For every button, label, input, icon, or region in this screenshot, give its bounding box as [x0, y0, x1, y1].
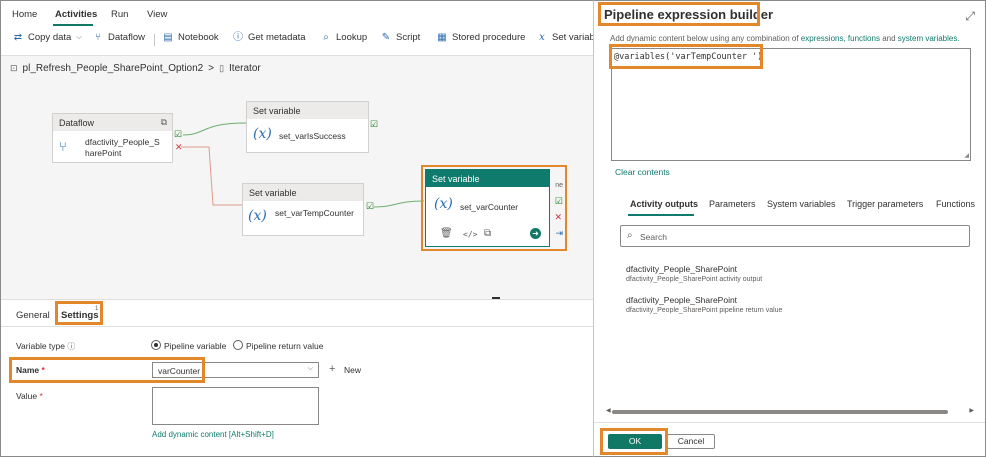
set-variable-activity[interactable]: Set variable (x) set_varTempCounter — [242, 183, 364, 236]
success-icon[interactable]: ☑ — [366, 201, 374, 212]
success-connector — [373, 200, 425, 208]
variable-icon: (x) — [253, 126, 272, 142]
success-connector — [182, 122, 247, 136]
completion-icon[interactable]: ⇥ — [555, 228, 563, 239]
pipeline-variable-label: Pipeline variable — [164, 341, 227, 351]
chevron-down-icon: ⌵ — [307, 365, 313, 372]
success-icon[interactable]: ☑ — [555, 196, 563, 207]
scrollbar-thumb[interactable] — [612, 410, 948, 414]
expression-builder-panel: Pipeline expression builder ⤢ Add dynami… — [593, 0, 986, 457]
variable-type-text: Variable type — [16, 341, 65, 351]
description-text: Add dynamic content below using any comb… — [610, 34, 799, 43]
scroll-right-icon[interactable]: ▶ — [969, 407, 974, 414]
activity-name: set_varIsSuccess — [279, 131, 346, 141]
pipeline-variable-radio[interactable] — [151, 340, 161, 350]
horizontal-scrollbar[interactable]: ◀ ▶ — [606, 407, 974, 415]
tab-activity-outputs[interactable]: Activity outputs — [630, 199, 698, 209]
arrow-right-icon[interactable]: ➜ — [530, 228, 541, 239]
set-variable-activity[interactable]: Set variable (x) set_varIsSuccess — [246, 101, 369, 153]
failure-icon[interactable]: ✕ — [175, 142, 183, 153]
new-variable-button[interactable]: New — [344, 365, 361, 375]
pipeline-return-value-radio[interactable] — [233, 340, 243, 350]
output-item-subtitle: dfactivity_People_SharePoint pipeline re… — [626, 307, 783, 314]
add-dynamic-content-link[interactable]: Add dynamic content [Alt+Shift+D] — [152, 430, 274, 439]
activity-name: set_varCounter — [460, 202, 519, 212]
activity-name: set_varTempCounter — [275, 208, 354, 218]
pipeline-editor: Home Activities Run View ⇄ Copy data ⌵ ⑂… — [0, 0, 593, 457]
highlight-title — [598, 2, 760, 26]
failure-connector — [181, 146, 242, 206]
variable-type-label: Variable type ⓘ — [16, 341, 75, 352]
tab-general[interactable]: General — [16, 310, 50, 321]
highlight-ok-button — [600, 428, 668, 455]
system-variables-link[interactable]: system variables. — [898, 34, 960, 43]
code-icon[interactable]: </> — [463, 230, 477, 239]
active-tab-indicator — [628, 214, 694, 216]
panel-divider[interactable] — [1, 299, 593, 300]
cancel-button[interactable]: Cancel — [667, 434, 715, 449]
copy-icon[interactable]: ⧉ — [484, 228, 491, 239]
activity-name: dfactivity_People_SharePoint — [85, 137, 160, 158]
info-icon: ⓘ — [67, 342, 76, 351]
activity-header: Dataflow — [53, 114, 172, 131]
expressions-functions-link[interactable]: expressions, functions — [801, 34, 880, 43]
activity-card: Set variable (x) set_varCounter 🗑 </> ⧉ … — [425, 169, 550, 247]
success-icon[interactable]: ☑ — [174, 129, 182, 140]
output-item-subtitle: dfactivity_People_SharePoint activity ou… — [626, 276, 763, 283]
add-icon[interactable]: + — [329, 363, 335, 375]
tab-functions[interactable]: Functions — [936, 199, 975, 209]
resize-grip-icon[interactable]: ◢ — [964, 152, 969, 159]
dataflow-activity[interactable]: Dataflow ⧉ ⑂ dfactivity_People_SharePoin… — [52, 113, 173, 163]
value-label-text: Value — [16, 391, 38, 401]
open-external-icon[interactable]: ⧉ — [161, 117, 167, 128]
expand-icon[interactable]: ⤢ — [965, 9, 975, 24]
search-icon: ⌕ — [627, 230, 633, 241]
clear-contents-link[interactable]: Clear contents — [615, 167, 670, 177]
scroll-left-icon[interactable]: ◀ — [606, 407, 611, 414]
output-item-title[interactable]: dfactivity_People_SharePoint — [626, 295, 737, 305]
delete-icon[interactable]: 🗑 — [440, 228, 453, 239]
highlight-name-field — [9, 357, 205, 383]
selected-set-variable-activity[interactable]: Set variable (x) set_varCounter 🗑 </> ⧉ … — [421, 165, 567, 251]
highlight-expression — [609, 44, 763, 69]
search-input[interactable]: ⌕ Search — [620, 225, 970, 247]
highlight-settings-tab — [55, 301, 103, 325]
variable-icon: (x) — [248, 208, 267, 224]
pipeline-return-value-label: Pipeline return value — [246, 341, 324, 351]
dataflow-icon: ⑂ — [59, 139, 67, 154]
tab-system-variables[interactable]: System variables — [767, 199, 836, 209]
output-item-title[interactable]: dfactivity_People_SharePoint — [626, 264, 737, 274]
skip-connector-icon[interactable]: ne — [555, 182, 563, 189]
value-label: Value * — [16, 391, 43, 401]
tab-trigger-parameters[interactable]: Trigger parameters — [847, 199, 923, 209]
activity-header: Set variable — [247, 102, 368, 119]
search-placeholder: Search — [640, 232, 667, 242]
variable-icon: (x) — [434, 196, 453, 212]
success-icon[interactable]: ☑ — [370, 119, 378, 130]
tab-parameters[interactable]: Parameters — [709, 199, 756, 209]
required-mark: * — [39, 391, 43, 401]
footer-divider — [594, 422, 985, 423]
resize-handle[interactable] — [492, 297, 500, 299]
description-and: and — [882, 34, 896, 43]
value-textarea[interactable] — [152, 387, 319, 425]
activity-header: Set variable — [243, 184, 363, 201]
panel-description: Add dynamic content below using any comb… — [610, 34, 960, 43]
activity-header: Set variable — [426, 170, 549, 187]
failure-icon[interactable]: ✕ — [554, 212, 562, 223]
